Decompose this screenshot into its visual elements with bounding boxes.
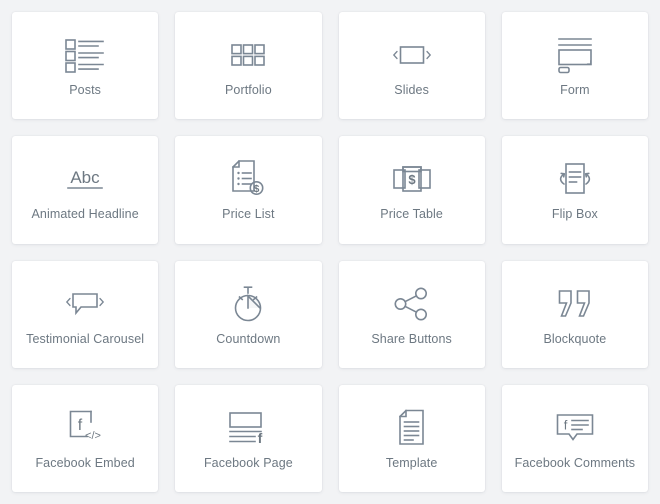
widget-card-facebook-embed[interactable]: f </> Facebook Embed	[12, 384, 159, 492]
speech-bubble-carousel-icon	[57, 282, 113, 326]
facebook-comment-bubble-icon: f	[547, 406, 603, 450]
posts-list-icon	[57, 33, 113, 77]
widget-card-price-table[interactable]: $ Price Table	[338, 136, 485, 244]
document-page-icon	[384, 406, 440, 450]
price-list-document-icon: $	[220, 157, 276, 201]
facebook-code-icon: f </>	[57, 406, 113, 450]
widget-card-animated-headline[interactable]: Abc Animated Headline	[12, 136, 159, 244]
widget-card-portfolio[interactable]: Portfolio	[175, 12, 322, 120]
widget-label: Posts	[69, 83, 101, 98]
widget-card-testimonial-carousel[interactable]: Testimonial Carousel	[12, 260, 159, 368]
widget-label: Form	[560, 83, 590, 98]
svg-text:f: f	[78, 417, 83, 434]
widget-label: Testimonial Carousel	[26, 331, 145, 346]
widget-card-share-buttons[interactable]: Share Buttons	[338, 260, 485, 368]
svg-text:f: f	[258, 430, 263, 446]
widget-label: Facebook Comments	[514, 455, 636, 470]
grid-squares-icon	[220, 33, 276, 77]
svg-text:$: $	[254, 184, 260, 195]
form-fields-icon	[547, 33, 603, 77]
svg-text:$: $	[408, 172, 416, 187]
widget-label: Facebook Page	[203, 455, 293, 470]
abc-underline-icon: Abc	[57, 157, 113, 201]
widget-label: Countdown	[216, 331, 281, 346]
widget-card-countdown[interactable]: Countdown	[175, 260, 322, 368]
widget-label: Price Table	[380, 207, 443, 222]
widget-label: Flip Box	[551, 207, 598, 222]
share-nodes-icon	[384, 282, 440, 326]
quotation-marks-icon	[547, 282, 603, 326]
widget-card-flip-box[interactable]: Flip Box	[501, 136, 648, 244]
widget-card-price-list[interactable]: $ Price List	[175, 136, 322, 244]
svg-text:f: f	[564, 417, 568, 432]
widget-label: Price List	[222, 207, 275, 222]
widget-card-form[interactable]: Form	[501, 12, 648, 120]
widget-grid: Posts Portfolio Slides Form Abc Animated…	[0, 0, 660, 504]
widget-label: Slides	[394, 83, 429, 98]
widget-card-slides[interactable]: Slides	[338, 12, 485, 120]
widget-label: Template	[385, 455, 438, 470]
stopwatch-icon	[220, 282, 276, 326]
slides-carousel-icon	[384, 33, 440, 77]
widget-label: Animated Headline	[31, 207, 139, 222]
flip-box-rotate-icon	[547, 157, 603, 201]
facebook-page-icon: f	[220, 406, 276, 450]
svg-text:</>: </>	[85, 430, 101, 442]
svg-text:Abc: Abc	[70, 168, 100, 187]
widget-label: Portfolio	[224, 83, 272, 98]
widget-label: Blockquote	[543, 331, 607, 346]
widget-card-posts[interactable]: Posts	[12, 12, 159, 120]
widget-card-facebook-comments[interactable]: f Facebook Comments	[501, 384, 648, 492]
widget-label: Facebook Embed	[35, 455, 135, 470]
widget-card-blockquote[interactable]: Blockquote	[501, 260, 648, 368]
price-table-panels-icon: $	[384, 157, 440, 201]
widget-label: Share Buttons	[371, 331, 452, 346]
widget-card-template[interactable]: Template	[338, 384, 485, 492]
widget-card-facebook-page[interactable]: f Facebook Page	[175, 384, 322, 492]
